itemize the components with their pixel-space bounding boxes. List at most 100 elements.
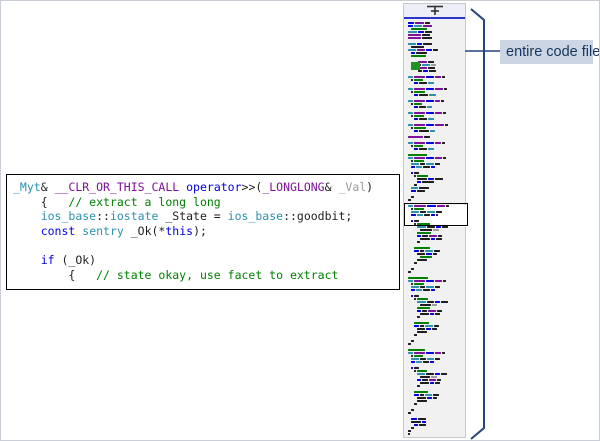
minimap-line <box>404 190 465 192</box>
minimap-line <box>404 301 465 303</box>
minimap-line <box>404 274 465 276</box>
code-token: if <box>41 253 55 267</box>
minimap-line <box>404 388 465 390</box>
code-token: _Ok(* <box>124 224 166 238</box>
code-token: ); <box>193 224 207 238</box>
minimap-line <box>404 49 465 51</box>
minimap-line <box>404 229 465 231</box>
minimap-line <box>404 193 465 195</box>
minimap-line <box>404 376 465 378</box>
minimap-line <box>404 373 465 375</box>
minimap-line <box>404 58 465 60</box>
code-token: _Val <box>338 180 366 194</box>
code-line: if (_Ok) <box>13 253 399 268</box>
minimap-line <box>404 124 465 126</box>
minimap-viewport[interactable] <box>404 203 468 226</box>
minimap-line <box>404 226 465 228</box>
minimap-line <box>404 277 465 279</box>
code-token: & <box>41 180 55 194</box>
minimap-line <box>404 295 465 297</box>
minimap-header[interactable] <box>404 4 465 17</box>
code-token <box>13 253 41 267</box>
minimap-line <box>404 403 465 405</box>
code-token: const <box>41 224 76 238</box>
minimap-line <box>404 25 465 27</box>
minimap-line <box>404 256 465 258</box>
minimap-line <box>404 148 465 150</box>
minimap-line <box>404 265 465 267</box>
minimap-line <box>404 382 465 384</box>
minimap-line <box>404 244 465 246</box>
bracket-line <box>471 9 484 439</box>
minimap-line <box>404 418 465 420</box>
minimap-line <box>404 37 465 39</box>
minimap-line <box>404 238 465 240</box>
minimap-line <box>404 178 465 180</box>
minimap-line <box>404 280 465 282</box>
minimap-line <box>404 76 465 78</box>
code-token: (_Ok) <box>55 253 97 267</box>
minimap-line <box>404 319 465 321</box>
minimap-line <box>404 145 465 147</box>
minimap-line <box>404 52 465 54</box>
code-token: ios_base <box>41 209 96 223</box>
minimap-line <box>404 181 465 183</box>
code-token: // extract a long long <box>68 195 220 209</box>
minimap-line <box>404 283 465 285</box>
minimap-line <box>404 367 465 369</box>
minimap-line <box>404 349 465 351</box>
minimap-line <box>404 292 465 294</box>
code-token: _LONGLONG <box>262 180 324 194</box>
minimap-line <box>404 160 465 162</box>
minimap-body[interactable] <box>404 19 465 435</box>
minimap-line <box>404 427 465 429</box>
minimap-line <box>404 385 465 387</box>
code-token: iostate <box>110 209 158 223</box>
minimap-line <box>404 34 465 36</box>
code-token: // state okay, use facet to extract <box>96 268 338 282</box>
minimap-line <box>404 361 465 363</box>
code-token: & <box>325 180 339 194</box>
minimap-line <box>404 304 465 306</box>
minimap-line <box>404 307 465 309</box>
minimap-line <box>404 73 465 75</box>
minimap-line <box>404 430 465 432</box>
minimap-line <box>404 409 465 411</box>
minimap-line <box>404 154 465 156</box>
minimap-line <box>404 115 465 117</box>
minimap-line <box>404 424 465 426</box>
minimap-line <box>404 394 465 396</box>
minimap-line <box>404 31 465 33</box>
code-token: { <box>13 195 68 209</box>
minimap-line <box>404 70 465 72</box>
minimap-line <box>404 157 465 159</box>
minimap-line <box>404 337 465 339</box>
minimap-line <box>404 421 465 423</box>
code-token: { <box>13 268 96 282</box>
minimap-line <box>404 268 465 270</box>
minimap-line <box>404 196 465 198</box>
code-token: _State = <box>158 209 227 223</box>
minimap-line <box>404 46 465 48</box>
minimap-line <box>404 250 465 252</box>
code-line: _Myt& __CLR_OR_THIS_CALL operator>>(_LON… <box>13 180 399 195</box>
minimap-line <box>404 175 465 177</box>
minimap-line <box>404 298 465 300</box>
code-line <box>13 238 399 253</box>
code-zoom-box: _Myt& __CLR_OR_THIS_CALL operator>>(_LON… <box>6 174 400 290</box>
minimap-line <box>404 331 465 333</box>
code-token: ios_base <box>228 209 283 223</box>
code-token <box>13 224 41 238</box>
minimap-line <box>404 340 465 342</box>
minimap-line <box>404 40 465 42</box>
minimap-line <box>404 358 465 360</box>
minimap-line <box>404 355 465 357</box>
minimap-line <box>404 94 465 96</box>
minimap-line <box>404 79 465 81</box>
code-line: { // state okay, use facet to extract <box>13 268 399 283</box>
minimap-line <box>404 391 465 393</box>
minimap-line <box>404 163 465 165</box>
code-line: ios_base::iostate _State = ios_base::goo… <box>13 209 399 224</box>
code-token: sentry <box>82 224 124 238</box>
minimap-line <box>404 43 465 45</box>
